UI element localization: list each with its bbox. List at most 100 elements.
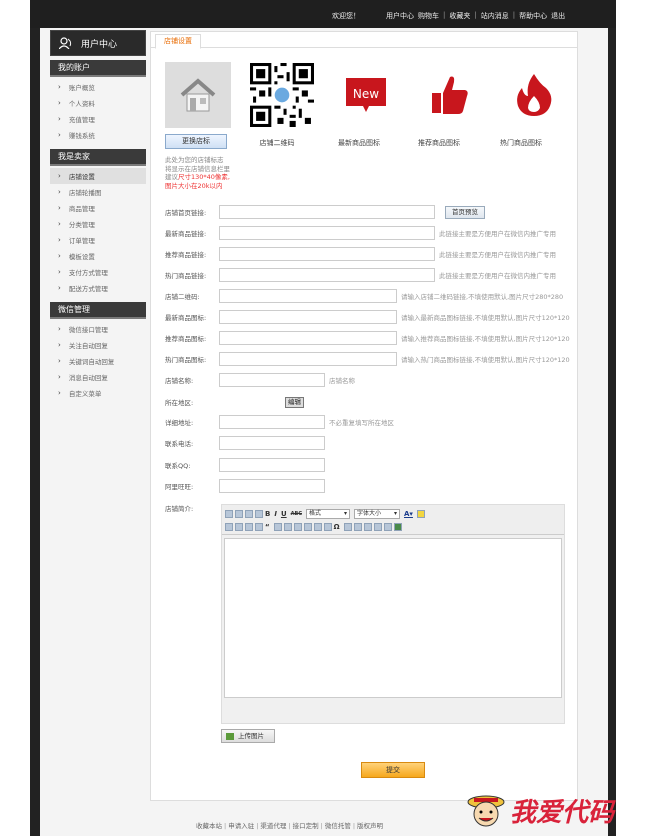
sidebar-item-categories[interactable]: › 分类管理 [50,216,146,232]
field-label: 所在地区: [165,399,194,407]
sidebar-item-payment[interactable]: › 支付方式管理 [50,264,146,280]
font-size-select[interactable]: 字体大小 ▾ [354,508,400,519]
footer-link[interactable]: 版权声明 [357,822,383,830]
nav-cart[interactable]: 购物车 [418,11,439,21]
strikethrough-icon[interactable]: ABC [291,511,302,517]
table-icon[interactable] [353,522,362,531]
hot-link-input[interactable] [219,268,435,282]
home-preview-button[interactable]: 首页预览 [445,205,485,219]
bold-icon[interactable]: B [265,510,270,518]
wangwang-input[interactable] [219,479,325,493]
sidebar-item-recharge[interactable]: › 充值管理 [50,111,146,127]
nav-favorites[interactable]: 收藏夹 [449,11,470,21]
sidebar-item-earn[interactable]: › 赚钱系统 [50,127,146,143]
link-icon[interactable] [313,522,322,531]
change-logo-button[interactable]: 更换店标 [165,134,227,149]
sidebar-item-label: 个人资料 [68,100,95,108]
new-link-input[interactable] [219,226,435,240]
chevron-right-icon: › [58,204,61,212]
footer-separator: | [288,822,291,830]
sidebar-item-account-overview[interactable]: › 账户概览 [50,79,146,95]
special-char-icon[interactable]: Ω [334,523,340,531]
sidebar-item-orders[interactable]: › 订单管理 [50,232,146,248]
row-shop-name: 店铺名称: 店铺名称 [165,372,355,388]
bullet-list-icon[interactable] [235,522,243,531]
text-color-icon[interactable]: A▾ [404,510,413,518]
footer-link[interactable]: 微信托管 [325,822,351,830]
nav-user-center[interactable]: 用户中心 [386,11,414,21]
unlink-icon[interactable] [323,522,332,531]
chevron-right-icon: › [58,99,61,107]
rec-link-input[interactable] [219,247,435,261]
sidebar-item-keyword-reply[interactable]: › 关键词自动回复 [50,353,146,369]
nav-messages[interactable]: 站内消息 [481,11,509,21]
sidebar-item-products[interactable]: › 商品管理 [50,200,146,216]
underline-icon[interactable]: U [281,510,287,518]
sidebar-item-templates[interactable]: › 模板设置 [50,248,146,264]
source-icon[interactable] [225,509,233,518]
align-left-icon[interactable] [273,522,282,531]
field-note: 请输入店铺二维码链接,不填使用默认,图片尺寸280*280 [401,293,564,301]
submit-button[interactable]: 提交 [361,762,425,778]
redo-icon[interactable] [383,522,392,531]
sidebar-item-shipping[interactable]: › 配送方式管理 [50,280,146,296]
phone-input[interactable] [219,436,325,450]
template-icon[interactable] [245,509,253,518]
footer-link[interactable]: 接口定制 [293,822,319,830]
numbered-list-icon[interactable] [225,522,233,531]
row-qq: 联系QQ: [165,457,325,473]
upload-image-button[interactable]: 上传图片 [221,729,275,743]
italic-icon[interactable]: I [274,510,277,518]
qr-input[interactable] [219,289,397,303]
row-phone: 联系电话: [165,435,325,451]
field-label: 推荐商品链接: [165,251,207,259]
rec-icon-input[interactable] [219,331,397,345]
sidebar-item-custom-menu[interactable]: › 自定义菜单 [50,385,146,401]
shop-name-input[interactable] [219,373,325,387]
region-edit-button[interactable]: 编辑 [285,396,304,408]
chevron-right-icon: › [58,268,61,276]
spellcheck-icon[interactable] [255,509,263,518]
chevron-right-icon: › [58,83,61,91]
sidebar-item-message-reply[interactable]: › 消息自动回复 [50,369,146,385]
footer-link[interactable]: 渠道代理 [260,822,286,830]
sidebar-item-profile[interactable]: › 个人资料 [50,95,146,111]
sidebar-item-shop-settings[interactable]: › 店铺设置 [50,168,146,184]
row-rec-icon: 推荐商品图标: 请输入推荐商品图标链接,不填使用默认,图片尺寸120*120 [165,330,570,346]
section-my-account: 我的账户 [50,60,146,77]
preview-icon[interactable] [235,509,243,518]
blockquote-icon[interactable]: “ [265,523,270,531]
shop-qr-code [249,62,315,128]
sidebar-item-label: 店铺设置 [68,173,95,181]
footer-link[interactable]: 收藏本站 [196,822,222,830]
sidebar-item-wechat-api[interactable]: › 微信接口管理 [50,321,146,337]
align-right-icon[interactable] [293,522,302,531]
sidebar-item-carousel[interactable]: › 店铺轮播图 [50,184,146,200]
format-select[interactable]: 格式 ▾ [306,508,350,519]
highlight-color-icon[interactable] [416,509,425,518]
editor-content-area[interactable] [224,538,562,698]
footer-link[interactable]: 申请入驻 [228,822,254,830]
new-icon-input[interactable] [219,310,397,324]
sidebar-item-follow-reply[interactable]: › 关注自动回复 [50,337,146,353]
align-center-icon[interactable] [283,522,292,531]
align-justify-icon[interactable] [303,522,312,531]
sidebar-item-label: 分类管理 [68,221,95,229]
row-intro: 店铺简介: [165,500,219,516]
image-icon[interactable] [343,522,352,531]
field-note: 此链接主要是方便用户在微信内推广专用 [439,251,556,259]
home-link-input[interactable] [219,205,435,219]
tab-shop-settings[interactable]: 店铺设置 [155,34,201,49]
nav-help[interactable]: 帮助中心 [519,11,547,21]
outdent-icon[interactable] [245,522,253,531]
rich-text-editor: B I U ABC 格式 ▾ 字体大小 ▾ A▾ “ Ω [221,504,565,724]
indent-icon[interactable] [255,522,263,531]
address-input[interactable] [219,415,325,429]
flash-icon[interactable] [363,522,372,531]
sidebar-item-label: 赚钱系统 [68,132,95,140]
maximize-icon[interactable] [393,522,402,531]
qq-input[interactable] [219,458,325,472]
undo-icon[interactable] [373,522,382,531]
hot-icon-input[interactable] [219,352,397,366]
nav-logout[interactable]: 退出 [551,11,565,21]
